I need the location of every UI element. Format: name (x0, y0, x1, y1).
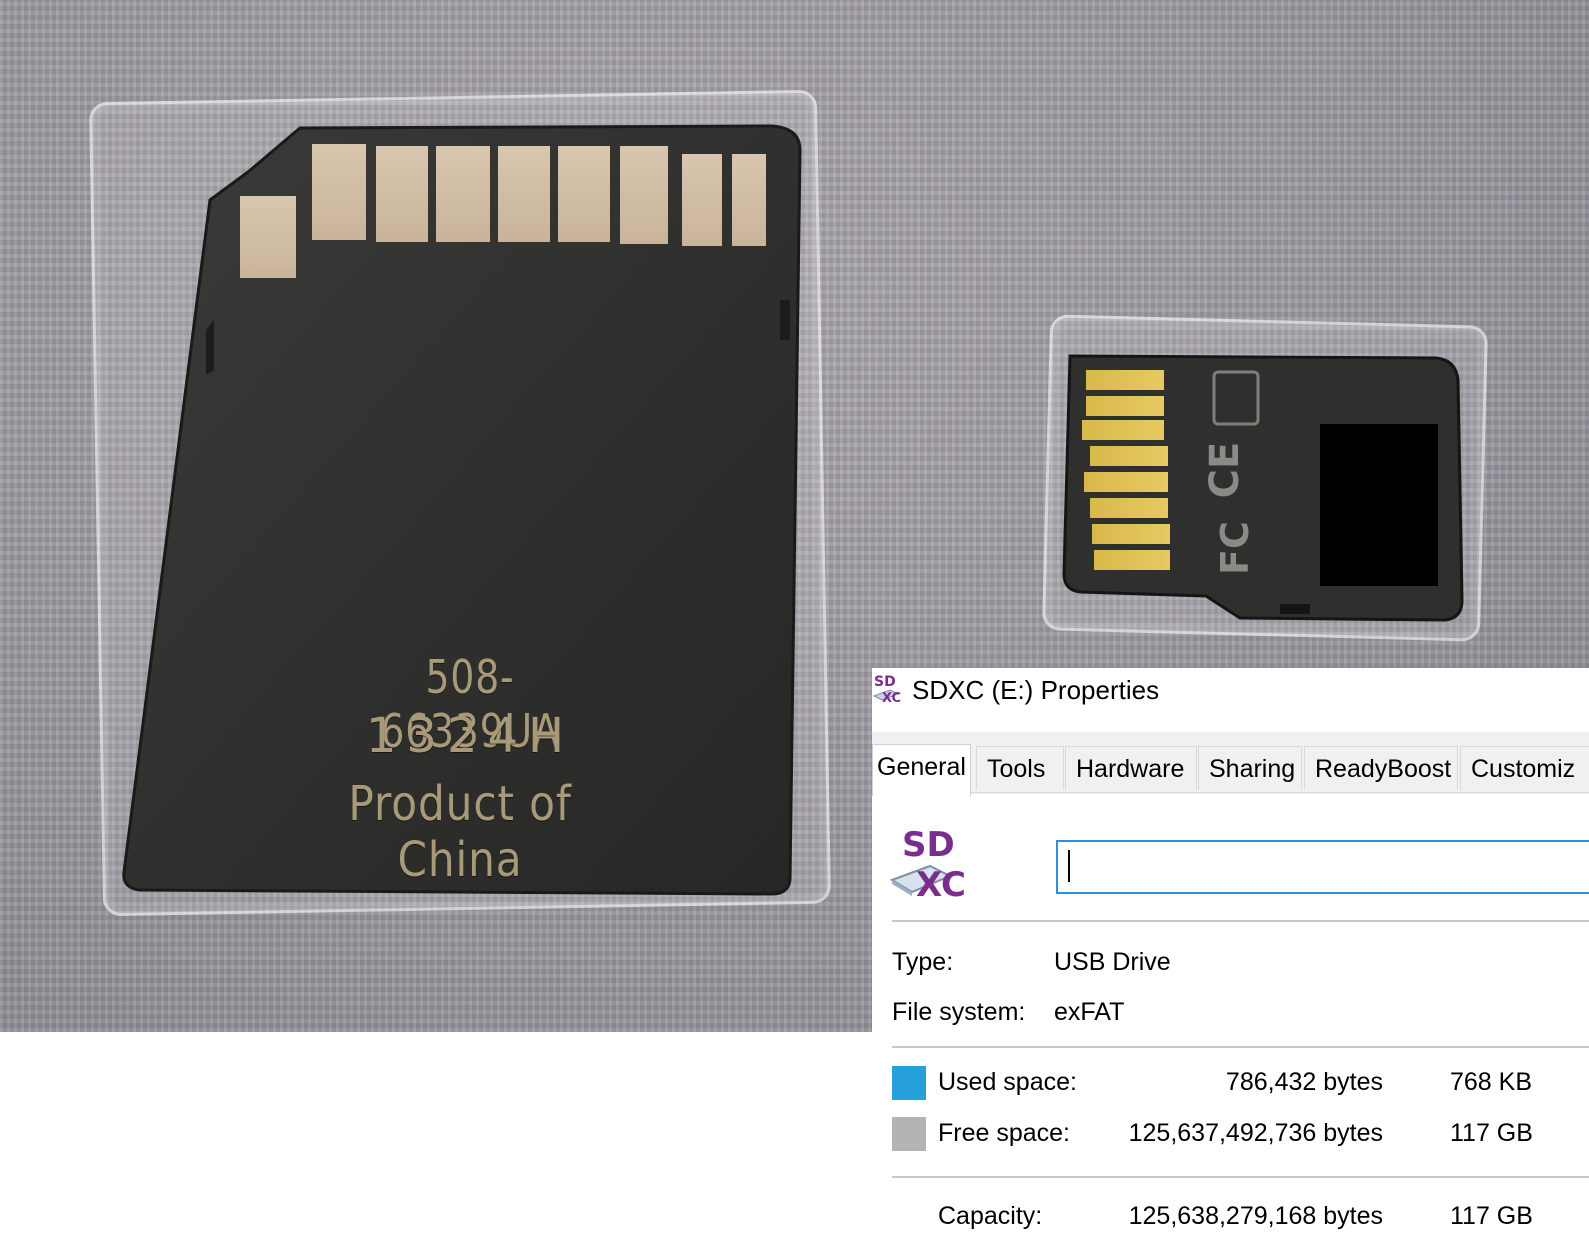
drive-properties-dialog: SD XC SDXC (E:) Properties General Tools… (872, 668, 1589, 1258)
free-space-label: Free space: (938, 1119, 1071, 1147)
volume-label-input[interactable] (1056, 840, 1589, 894)
svg-text:XC: XC (882, 691, 901, 704)
file-system-value: exFAT (1054, 998, 1125, 1026)
text-caret (1068, 850, 1070, 882)
tab-strip-border (872, 792, 1589, 793)
free-space-swatch (892, 1117, 926, 1151)
title-bar[interactable]: SD XC SDXC (E:) Properties (872, 668, 1589, 714)
type-value: USB Drive (1054, 948, 1171, 976)
tab-readyboost[interactable]: ReadyBoost (1304, 746, 1458, 790)
capacity-bytes: 125,638,279,168 bytes (1128, 1202, 1383, 1230)
file-system-label: File system: (892, 998, 1026, 1026)
used-space-size: 768 KB (1450, 1068, 1533, 1096)
tab-tools[interactable]: Tools (976, 746, 1064, 790)
svg-text:SD: SD (874, 674, 896, 690)
tab-customize[interactable]: Customiz (1460, 746, 1589, 790)
used-space-label: Used space: (938, 1068, 1077, 1096)
fcc-mark: FC (1213, 521, 1257, 575)
tab-hardware[interactable]: Hardware (1065, 746, 1197, 790)
capacity-size: 117 GB (1450, 1202, 1533, 1230)
tab-sharing[interactable]: Sharing (1198, 746, 1302, 790)
drive-icon-xc-text: XC (916, 865, 966, 902)
drive-icon-sd-text: SD (902, 825, 955, 865)
free-space-bytes: 125,637,492,736 bytes (1128, 1119, 1383, 1147)
free-space-size: 117 GB (1450, 1119, 1533, 1147)
capacity-label: Capacity: (938, 1202, 1043, 1230)
dialog-title: SDXC (E:) Properties (912, 675, 1160, 705)
separator (892, 920, 1589, 922)
used-space-bytes: 786,432 bytes (1225, 1068, 1383, 1096)
sdxc-drive-icon: SD XC (872, 674, 901, 704)
type-label: Type: (892, 948, 954, 976)
redaction-block (1320, 424, 1438, 586)
used-space-swatch (892, 1066, 926, 1100)
separator (892, 1046, 1589, 1048)
separator (892, 1176, 1589, 1178)
sdxc-drive-large-icon: SD XC (890, 825, 966, 902)
tab-general[interactable]: General (872, 744, 971, 796)
ce-mark: CE (1202, 442, 1248, 499)
